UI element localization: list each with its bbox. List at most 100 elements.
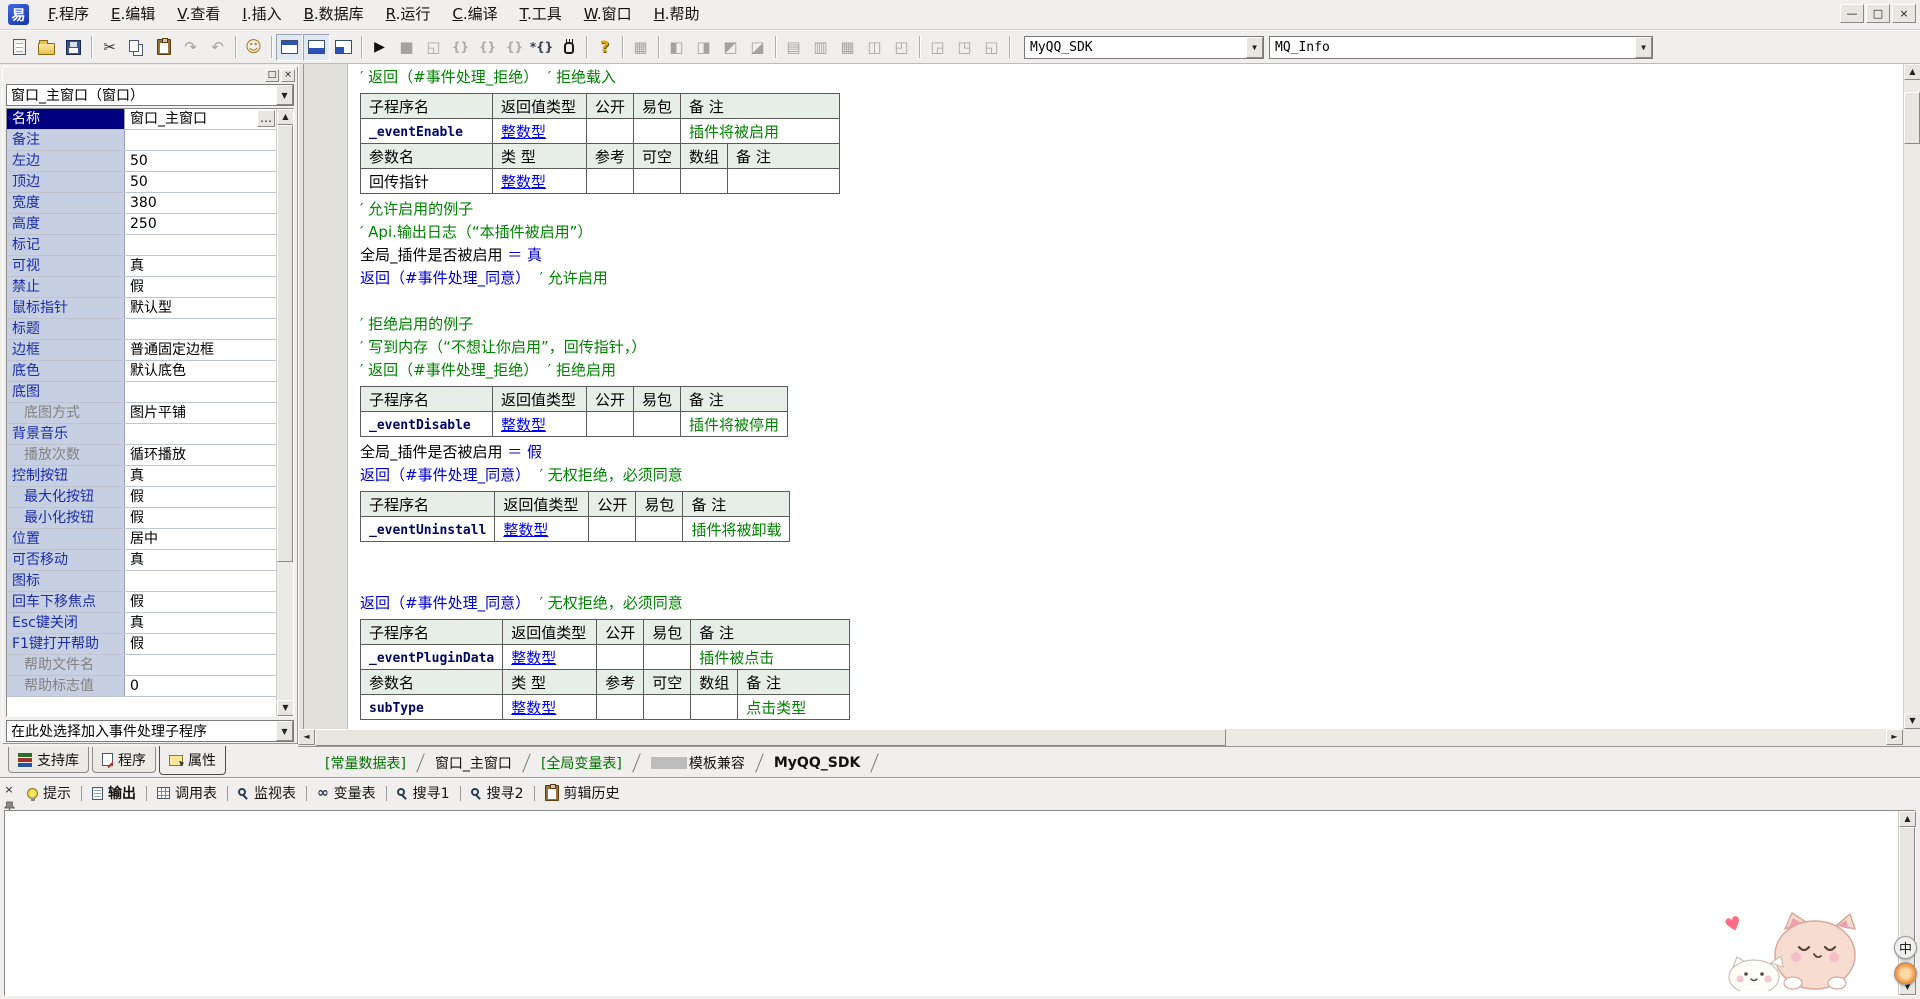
scroll-up-icon[interactable] xyxy=(1899,811,1916,827)
help-assistant-button[interactable]: ? xyxy=(591,34,618,61)
comment-line[interactable]: ′ Api.输出日志（“本插件被启用”） xyxy=(360,221,1903,244)
table-cell[interactable]: 整数型 xyxy=(495,517,589,542)
table-cell[interactable] xyxy=(636,517,683,542)
scrollbar-thumb[interactable] xyxy=(1904,92,1920,144)
property-value[interactable]: 真 xyxy=(125,466,276,486)
property-value[interactable]: 循环播放 xyxy=(125,445,276,465)
toggle-workspace-panel-button[interactable] xyxy=(276,34,303,61)
table-cell[interactable]: 插件被点击 xyxy=(691,645,850,670)
pause-button[interactable] xyxy=(555,34,582,61)
property-grid-scrollbar[interactable] xyxy=(276,109,293,716)
property-value[interactable] xyxy=(125,130,276,150)
table-cell[interactable]: 整数型 xyxy=(493,169,587,194)
property-value[interactable]: 假 xyxy=(125,487,276,507)
table-cell[interactable] xyxy=(597,645,644,670)
table-cell[interactable] xyxy=(728,169,840,194)
scroll-down-icon[interactable] xyxy=(1904,713,1920,729)
scroll-down-icon[interactable] xyxy=(277,700,294,716)
menu-item-V[interactable]: V.查看 xyxy=(166,0,231,29)
output-tab-监视表[interactable]: 监视表 xyxy=(229,782,305,805)
editor-tab-1[interactable]: [常量数据表] xyxy=(312,747,419,778)
table-cell[interactable] xyxy=(597,695,644,720)
menu-item-B[interactable]: B.数据库 xyxy=(293,0,375,29)
editor-tab-4[interactable]: 模板兼容 xyxy=(638,747,758,778)
property-value[interactable]: 0 xyxy=(125,676,276,696)
ime-mode-badge[interactable]: 中 xyxy=(1894,936,1917,959)
menu-item-R[interactable]: R.运行 xyxy=(375,0,442,29)
table-cell[interactable]: 整数型 xyxy=(503,645,597,670)
table-cell[interactable]: 整数型 xyxy=(493,412,587,437)
workspace-tab-程序[interactable]: 程序 xyxy=(92,747,156,773)
menu-item-I[interactable]: I.插入 xyxy=(231,0,292,29)
comment-line[interactable]: ′ 返回（#事件处理_拒绝） ′ 拒绝启用 xyxy=(360,359,1903,382)
output-tab-搜寻2[interactable]: 搜寻2 xyxy=(462,782,533,805)
code-line[interactable]: 全局_插件是否被启用 ＝ 真 xyxy=(360,244,1903,267)
paste-button[interactable] xyxy=(150,34,177,61)
toggle-properties-panel-button[interactable] xyxy=(303,34,330,61)
property-value[interactable] xyxy=(125,571,276,591)
comment-line[interactable]: ′ 允许启用的例子 xyxy=(360,198,1903,221)
table-cell[interactable] xyxy=(587,119,634,144)
property-value[interactable]: 250 xyxy=(125,214,276,234)
table-cell[interactable]: subType xyxy=(361,695,503,720)
editor-selection-margin[interactable] xyxy=(304,64,348,729)
scrollbar-thumb[interactable] xyxy=(277,125,293,562)
event-handler-combo[interactable]: 在此处选择加入事件处理子程序 xyxy=(6,720,294,742)
output-tab-变量表[interactable]: 变量表 xyxy=(308,782,385,805)
table-cell[interactable] xyxy=(681,169,728,194)
menu-item-F[interactable]: F.程序 xyxy=(37,0,100,29)
menu-item-H[interactable]: H.帮助 xyxy=(643,0,711,29)
comment-line[interactable]: ′ 拒绝启用的例子 xyxy=(360,313,1903,336)
workspace-tab-支持库[interactable]: 支持库 xyxy=(8,747,89,773)
code-line[interactable]: 返回（#事件处理_同意） ′ 无权拒绝，必须同意 xyxy=(360,464,1903,487)
property-value[interactable]: 假 xyxy=(125,508,276,528)
code-editor[interactable]: ′ 返回（#事件处理_拒绝） ′ 拒绝载入子程序名返回值类型公开易包备 注_ev… xyxy=(348,64,1903,729)
property-editor-button[interactable]: … xyxy=(257,110,275,127)
property-value[interactable]: 普通固定边框 xyxy=(125,340,276,360)
menu-item-T[interactable]: T.工具 xyxy=(509,0,573,29)
table-cell[interactable]: 插件将被启用 xyxy=(681,119,840,144)
scroll-up-icon[interactable] xyxy=(277,109,294,125)
toggle-output-panel-button[interactable] xyxy=(330,34,357,61)
editor-vertical-scrollbar[interactable] xyxy=(1903,64,1920,729)
property-value[interactable] xyxy=(125,382,276,402)
code-line[interactable]: 全局_插件是否被启用 ＝ 假 xyxy=(360,441,1903,464)
property-value[interactable]: 假 xyxy=(125,634,276,654)
property-value[interactable]: 假 xyxy=(125,592,276,612)
table-cell[interactable]: _eventPluginData xyxy=(361,645,503,670)
property-value[interactable]: 50 xyxy=(125,151,276,171)
table-cell[interactable]: 插件将被停用 xyxy=(681,412,788,437)
table-cell[interactable] xyxy=(691,695,738,720)
output-tab-提示[interactable]: 提示 xyxy=(18,782,80,805)
blank-line[interactable] xyxy=(360,569,1903,592)
table-cell[interactable]: 整数型 xyxy=(503,695,597,720)
scroll-right-icon[interactable] xyxy=(1886,729,1903,745)
restore-button[interactable]: □ xyxy=(1866,4,1890,23)
save-button[interactable] xyxy=(60,34,87,61)
code-line[interactable]: 返回（#事件处理_同意） ′ 允许启用 xyxy=(360,267,1903,290)
property-value[interactable]: 窗口_主窗口… xyxy=(125,109,276,129)
output-tab-输出[interactable]: 输出 xyxy=(83,782,145,805)
property-value[interactable] xyxy=(125,319,276,339)
table-cell[interactable] xyxy=(634,169,681,194)
code-line[interactable]: 返回（#事件处理_同意） ′ 无权拒绝，必须同意 xyxy=(360,592,1903,615)
table-cell[interactable] xyxy=(589,517,636,542)
chevron-down-icon[interactable] xyxy=(276,721,293,741)
object-combo[interactable]: MQ_Info xyxy=(1269,36,1653,59)
blank-line[interactable] xyxy=(360,290,1903,313)
property-value[interactable]: 真 xyxy=(125,256,276,276)
property-value[interactable] xyxy=(125,235,276,255)
run-to-cursor-button[interactable]: *{} xyxy=(528,34,555,61)
comment-line[interactable]: ′ 写到内存（“不想让你启用”，回传指针，） xyxy=(360,336,1903,359)
property-value[interactable]: 默认底色 xyxy=(125,361,276,381)
table-cell[interactable]: _eventUninstall xyxy=(361,517,495,542)
properties-object-selector[interactable]: 窗口_主窗口（窗口） xyxy=(6,84,294,106)
output-tab-搜寻1[interactable]: 搜寻1 xyxy=(388,782,459,805)
table-cell[interactable]: 回传指针 xyxy=(361,169,493,194)
output-tab-剪辑历史[interactable]: 剪辑历史 xyxy=(536,782,629,805)
property-value[interactable] xyxy=(125,655,276,675)
scrollbar-thumb[interactable] xyxy=(315,729,1226,746)
property-value[interactable]: 真 xyxy=(125,613,276,633)
table-cell[interactable] xyxy=(644,645,691,670)
editor-tab-5[interactable]: MyQQ_SDK xyxy=(761,747,873,778)
